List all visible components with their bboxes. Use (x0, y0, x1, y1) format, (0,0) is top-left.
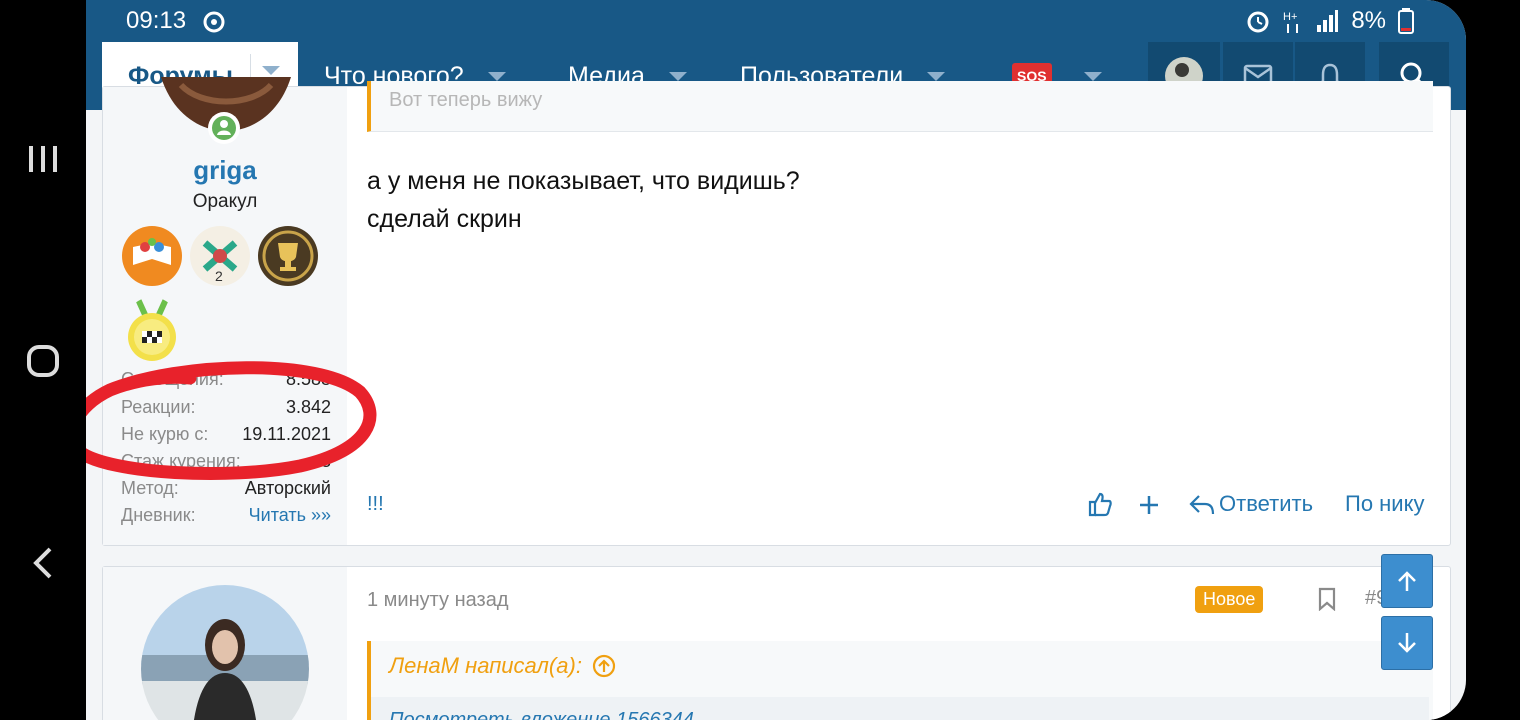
message-line: а у меня не показывает, что видишь? (367, 167, 800, 195)
ribbon-award-icon[interactable]: 2 (189, 225, 251, 287)
quote-block: Вот теперь вижу (367, 81, 1433, 132)
reply-label: Ответить (1219, 491, 1314, 516)
post-username[interactable]: griga (103, 155, 347, 186)
book-award-icon[interactable] (121, 225, 183, 287)
quote-content: Посмотреть вложение 1566344 (371, 697, 1429, 720)
quote-snippet: Вот теперь вижу (389, 89, 543, 111)
svg-text:H+: H+ (1283, 11, 1297, 23)
battery-percent: 8% (1351, 7, 1386, 34)
chevron-down-icon[interactable] (927, 71, 946, 81)
data-transfer-icon: H+ (1283, 11, 1299, 33)
phone-screen: 09:13 H+ 8% Форумы Что нового? Медиа Пол… (86, 0, 1466, 720)
by-nick-button[interactable]: По нику (1345, 491, 1424, 517)
plus-icon[interactable] (1139, 495, 1159, 515)
like-icon[interactable] (1087, 491, 1113, 517)
avatar[interactable] (141, 585, 309, 720)
stat-row-diary: Дневник: Читать »» (121, 505, 331, 526)
scroll-up-button[interactable] (1381, 554, 1433, 608)
annotation-circle (86, 361, 377, 481)
message-line: сделай скрин (367, 205, 522, 233)
signal-icon (1317, 10, 1339, 32)
stat-label: Дневник: (121, 505, 196, 525)
sync-icon (203, 11, 225, 33)
post-time[interactable]: 1 минуту назад (367, 589, 509, 612)
diary-link[interactable]: Читать »» (249, 505, 331, 526)
scroll-down-button[interactable] (1381, 616, 1433, 670)
quote-header[interactable]: ЛенаМ написал(а): (389, 653, 616, 679)
status-bar: 09:13 H+ 8% (86, 0, 1466, 42)
reply-button[interactable]: Ответить (1189, 491, 1313, 517)
attachment-link[interactable]: Посмотреть вложение 1566344 (389, 709, 694, 720)
post-user-title: Оракул (192, 191, 258, 212)
post-lena: 1 минуту назад Новое #9.886 ЛенаМ написа… (102, 566, 1451, 720)
bookmark-icon[interactable] (1317, 587, 1337, 611)
home-icon[interactable] (20, 338, 66, 384)
signature-text: !!! (367, 493, 384, 515)
chevron-down-icon[interactable] (1083, 71, 1102, 81)
back-icon[interactable] (20, 540, 66, 586)
android-nav-bar (0, 0, 86, 720)
medal-award-icon[interactable] (123, 297, 181, 363)
post-user-panel (103, 567, 347, 720)
quote-author: ЛенаМ написал(а): (389, 653, 582, 678)
svg-text:2: 2 (215, 268, 223, 284)
online-status-icon (208, 112, 240, 144)
alarm-icon (1247, 11, 1269, 33)
arrow-up-circle-icon[interactable] (592, 654, 616, 678)
trophy-award-icon[interactable] (257, 225, 319, 287)
message-body: а у меня не показывает, что видишь? сдел… (367, 162, 800, 238)
battery-icon (1398, 8, 1414, 34)
new-badge: Новое (1195, 586, 1264, 613)
arrow-up-icon (1398, 571, 1416, 591)
chevron-down-icon[interactable] (487, 71, 506, 81)
arrow-down-icon (1398, 633, 1416, 653)
quote-block: ЛенаМ написал(а): Посмотреть вложение 15… (367, 641, 1433, 720)
chevron-down-icon[interactable] (262, 66, 280, 75)
reply-icon (1189, 495, 1215, 515)
chevron-down-icon[interactable] (668, 71, 687, 81)
recent-apps-icon[interactable] (20, 136, 66, 182)
status-right: H+ 8% (1245, 7, 1414, 35)
status-time: 09:13 (126, 7, 187, 34)
